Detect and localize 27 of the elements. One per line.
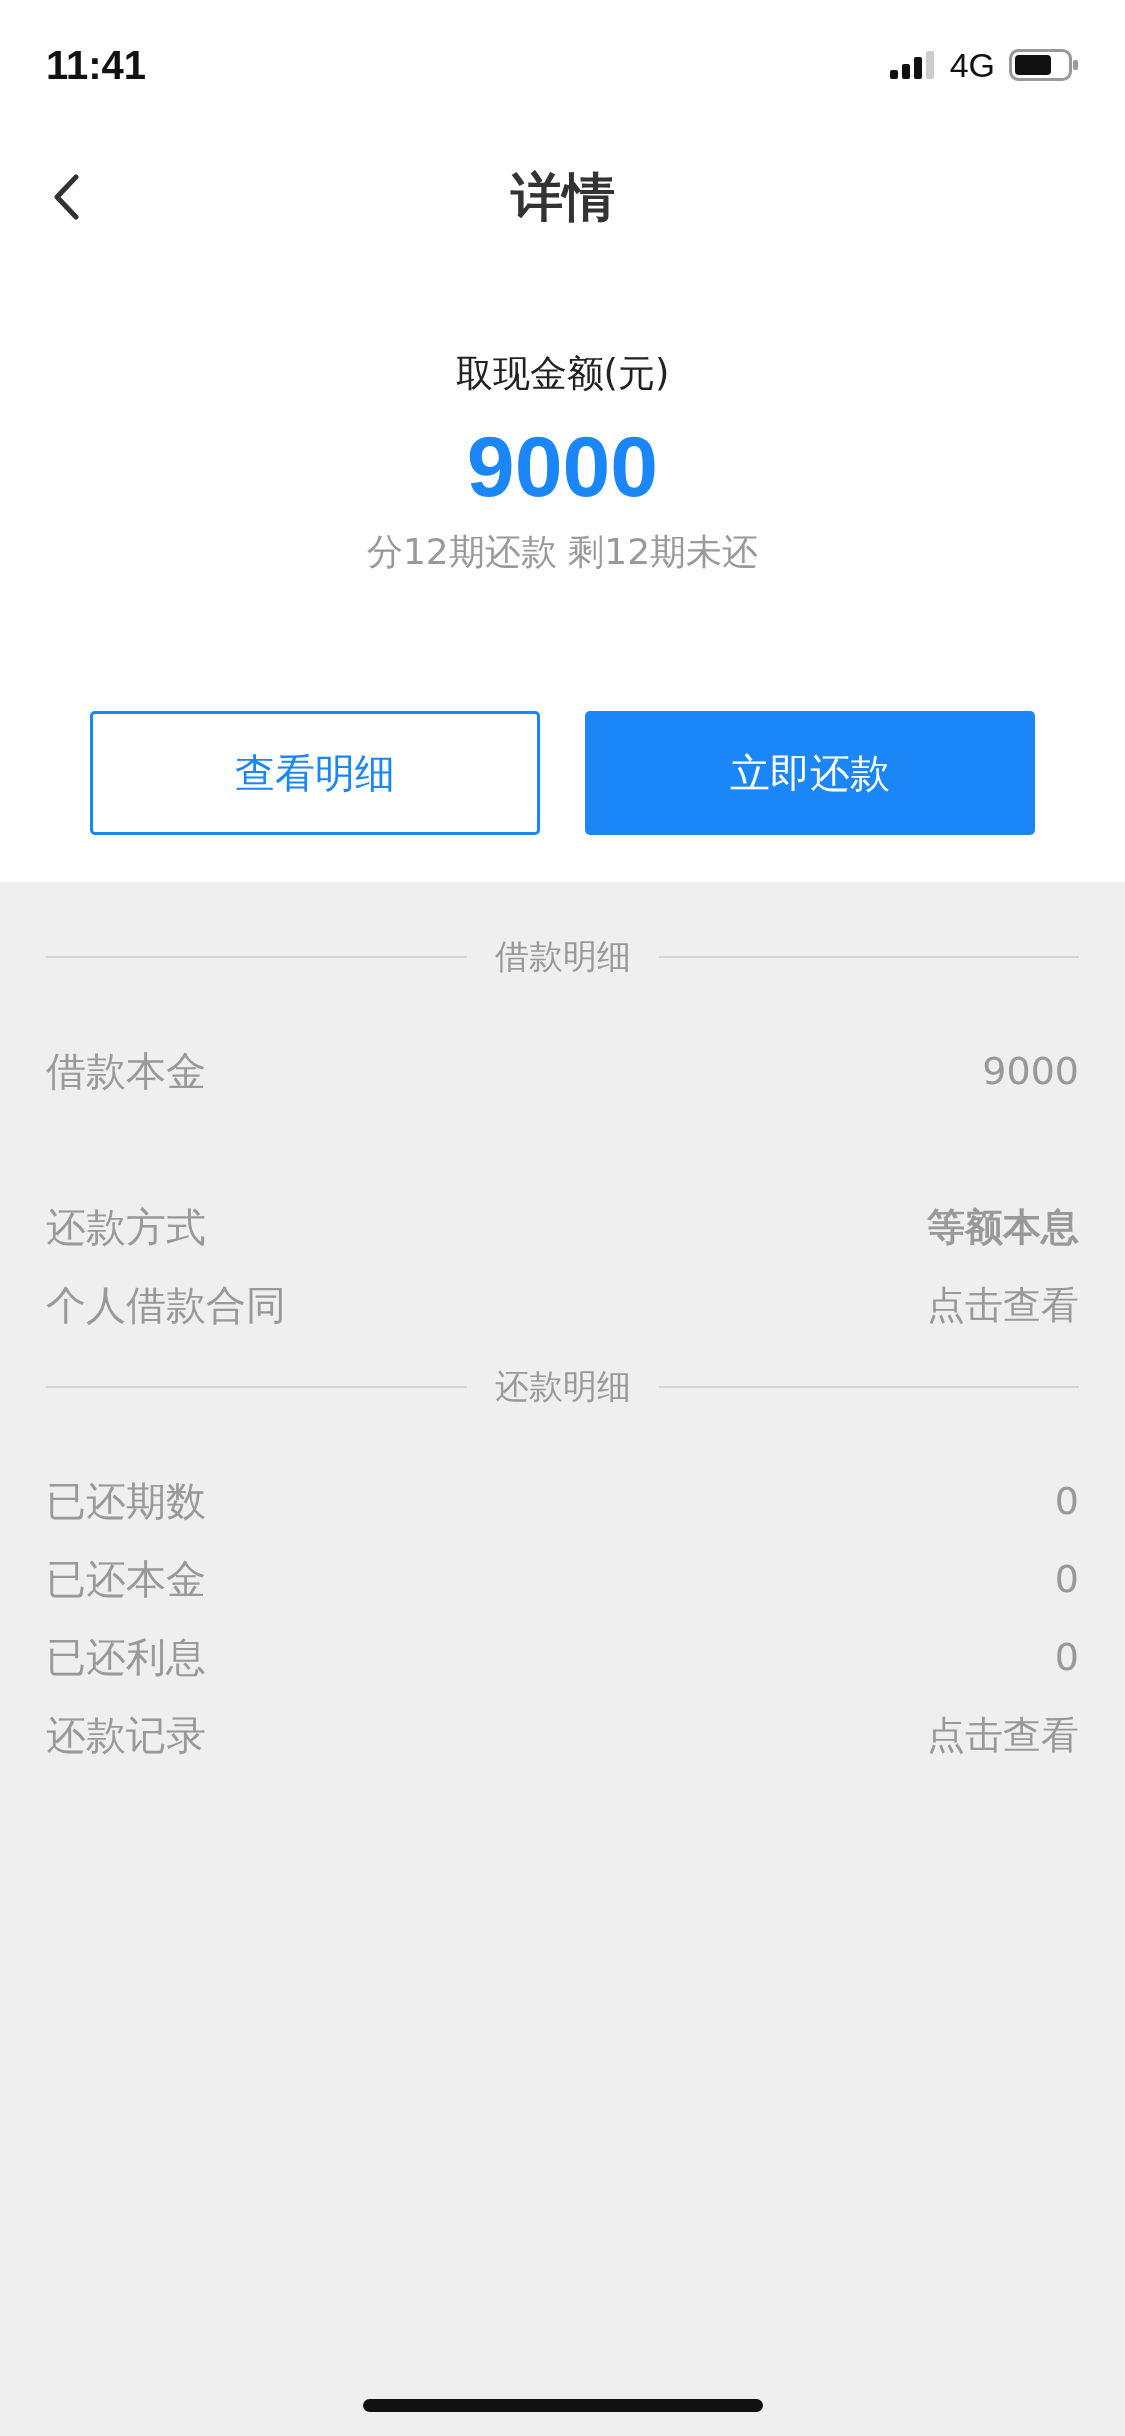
row-value: 0 <box>1054 1635 1079 1679</box>
back-icon[interactable] <box>52 174 80 220</box>
row-label: 还款方式 <box>46 1202 206 1252</box>
view-link[interactable]: 点击查看 <box>927 1709 1079 1761</box>
repay-button[interactable]: 立即还款 <box>585 711 1035 835</box>
installment-info: 分12期还款 剩12期未还 <box>366 530 759 574</box>
row-value: 9000 <box>982 1049 1079 1093</box>
row-label: 还款记录 <box>46 1710 206 1760</box>
status-time: 11:41 <box>46 42 147 88</box>
row-label: 已还利息 <box>46 1632 206 1682</box>
row-value: 0 <box>1054 1479 1079 1523</box>
network-label: 4G <box>949 45 995 85</box>
battery-icon <box>1009 49 1079 81</box>
row-label: 个人借款合同 <box>46 1280 286 1330</box>
row-label: 借款本金 <box>46 1046 206 1096</box>
view-link[interactable]: 点击查看 <box>927 1279 1079 1331</box>
details-button[interactable]: 查看明细 <box>90 711 540 835</box>
row-label: 已还本金 <box>46 1554 206 1604</box>
page-title: 详情 <box>510 165 615 229</box>
row-value: 等额本息 <box>927 1203 1079 1251</box>
amount-label: 取现金额(元) <box>455 351 670 397</box>
row-label: 已还期数 <box>46 1476 206 1526</box>
amount-value: 9000 <box>466 417 659 516</box>
row-value: 0 <box>1054 1557 1079 1601</box>
section-title: 还款明细 <box>494 1365 631 1408</box>
section-title: 借款明细 <box>494 935 631 978</box>
signal-icon <box>889 51 936 79</box>
